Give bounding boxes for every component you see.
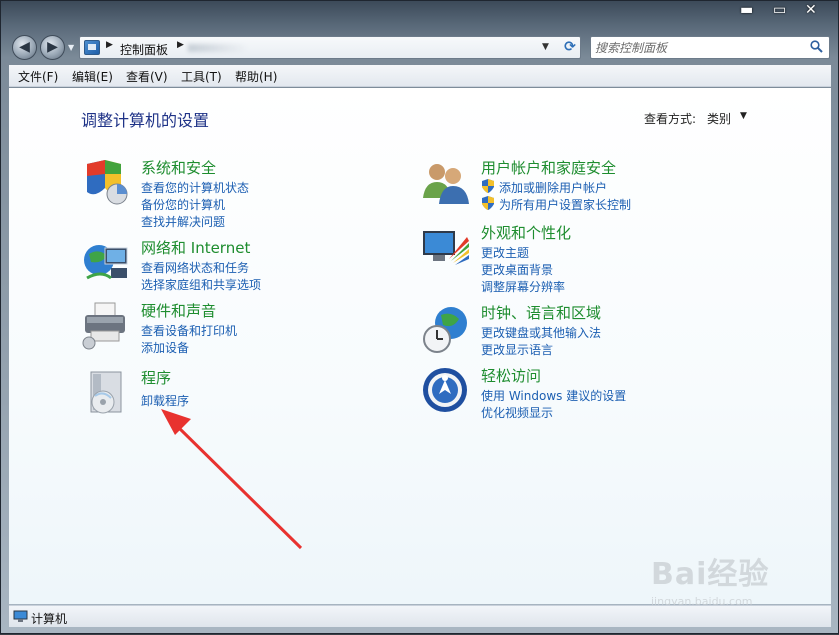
control-panel-icon bbox=[84, 40, 100, 55]
program-disc-icon[interactable] bbox=[81, 368, 131, 418]
category-title[interactable]: 硬件和声音 bbox=[141, 300, 216, 321]
menu-help[interactable]: 帮助(H) bbox=[235, 68, 277, 85]
link-uninstall-program[interactable]: 卸载程序 bbox=[141, 392, 189, 409]
category-title[interactable]: 系统和安全 bbox=[141, 157, 216, 178]
globe-network-icon[interactable] bbox=[81, 238, 131, 288]
accessibility-icon[interactable] bbox=[421, 366, 471, 416]
recent-pages-dropdown[interactable]: ▼ bbox=[68, 43, 74, 52]
uac-shield-icon bbox=[482, 179, 494, 193]
category-title[interactable]: 程序 bbox=[141, 367, 171, 388]
arrow-right-icon: ▶ bbox=[47, 39, 58, 55]
category-title[interactable]: 用户帐户和家庭安全 bbox=[481, 157, 616, 178]
status-bar: 计算机 bbox=[9, 605, 831, 627]
link-screen-resolution[interactable]: 调整屏幕分辨率 bbox=[481, 278, 565, 295]
breadcrumb-separator[interactable]: ▶ bbox=[106, 40, 113, 50]
address-dropdown-icon[interactable]: ▼ bbox=[542, 42, 549, 52]
shield-chart-icon[interactable] bbox=[81, 158, 131, 208]
search-icon[interactable] bbox=[810, 40, 823, 53]
view-by-label: 查看方式: bbox=[644, 112, 697, 126]
page-title: 调整计算机的设置 bbox=[81, 111, 210, 130]
search-box[interactable] bbox=[590, 36, 830, 59]
link-check-status[interactable]: 查看您的计算机状态 bbox=[141, 179, 249, 196]
minimize-button[interactable]: ▬ bbox=[740, 3, 753, 17]
link-add-device[interactable]: 添加设备 bbox=[141, 339, 189, 356]
back-button[interactable]: ◀ bbox=[12, 35, 37, 60]
uac-shield-icon bbox=[482, 196, 494, 210]
printer-icon[interactable] bbox=[81, 301, 131, 351]
arrow-left-icon: ◀ bbox=[19, 39, 30, 55]
link-optimize-video[interactable]: 优化视频显示 bbox=[481, 404, 553, 421]
blurred-breadcrumb bbox=[188, 44, 248, 52]
category-title[interactable]: 网络和 Internet bbox=[141, 237, 250, 258]
menu-view[interactable]: 查看(V) bbox=[126, 68, 168, 85]
link-change-keyboard[interactable]: 更改键盘或其他输入法 bbox=[481, 324, 601, 341]
title-bar: ▬ ▭ ✕ bbox=[1, 1, 838, 29]
link-backup[interactable]: 备份您的计算机 bbox=[141, 196, 225, 213]
link-network-status[interactable]: 查看网络状态和任务 bbox=[141, 259, 249, 276]
breadcrumb-control-panel[interactable]: 控制面板 bbox=[120, 41, 168, 58]
link-homegroup[interactable]: 选择家庭组和共享选项 bbox=[141, 276, 261, 293]
category-title[interactable]: 时钟、语言和区域 bbox=[481, 302, 601, 323]
refresh-icon[interactable]: ⟳ bbox=[560, 38, 580, 57]
monitor-color-icon[interactable] bbox=[421, 223, 471, 273]
link-troubleshoot[interactable]: 查找并解决问题 bbox=[141, 213, 225, 230]
category-title[interactable]: 轻松访问 bbox=[481, 365, 541, 386]
link-add-remove-accounts[interactable]: 添加或删除用户帐户 bbox=[499, 179, 607, 196]
computer-icon bbox=[13, 610, 28, 622]
main-content: 调整计算机的设置 查看方式: 类别 ▼ 系统和安全 查看您的计算机状态 备份您的… bbox=[9, 88, 831, 604]
search-input[interactable] bbox=[595, 39, 800, 56]
menu-edit[interactable]: 编辑(E) bbox=[72, 68, 113, 85]
chevron-down-icon[interactable]: ▼ bbox=[740, 111, 747, 121]
menu-file[interactable]: 文件(F) bbox=[18, 68, 58, 85]
link-parental-controls[interactable]: 为所有用户设置家长控制 bbox=[499, 196, 631, 213]
link-devices-printers[interactable]: 查看设备和打印机 bbox=[141, 322, 237, 339]
breadcrumb-separator[interactable]: ▶ bbox=[177, 40, 184, 50]
baidu-watermark: Bai经验 bbox=[651, 557, 770, 592]
view-by-dropdown[interactable]: 类别 bbox=[707, 110, 731, 127]
clock-globe-icon[interactable] bbox=[421, 303, 471, 353]
maximize-button[interactable]: ▭ bbox=[773, 3, 786, 17]
menu-tools[interactable]: 工具(T) bbox=[181, 68, 222, 85]
link-change-theme[interactable]: 更改主题 bbox=[481, 244, 529, 261]
status-text: 计算机 bbox=[31, 612, 68, 626]
link-change-background[interactable]: 更改桌面背景 bbox=[481, 261, 553, 278]
link-change-display-language[interactable]: 更改显示语言 bbox=[481, 341, 553, 358]
navigation-bar: ◀ ▶ ▼ ▶ 控制面板 ▶ ▼ ⟳ bbox=[1, 31, 838, 65]
close-button[interactable]: ✕ bbox=[805, 3, 817, 17]
address-bar[interactable]: ▶ 控制面板 ▶ ▼ ⟳ bbox=[79, 36, 581, 59]
users-icon[interactable] bbox=[421, 158, 471, 208]
menu-bar: 文件(F) 编辑(E) 查看(V) 工具(T) 帮助(H) bbox=[9, 65, 831, 87]
link-recommended-settings[interactable]: 使用 Windows 建议的设置 bbox=[481, 387, 626, 404]
forward-button[interactable]: ▶ bbox=[40, 35, 65, 60]
category-title[interactable]: 外观和个性化 bbox=[481, 222, 571, 243]
control-panel-window: ▬ ▭ ✕ ◀ ▶ ▼ ▶ 控制面板 ▶ ▼ ⟳ 文件(F) 编辑(E) 查看(… bbox=[0, 0, 839, 634]
